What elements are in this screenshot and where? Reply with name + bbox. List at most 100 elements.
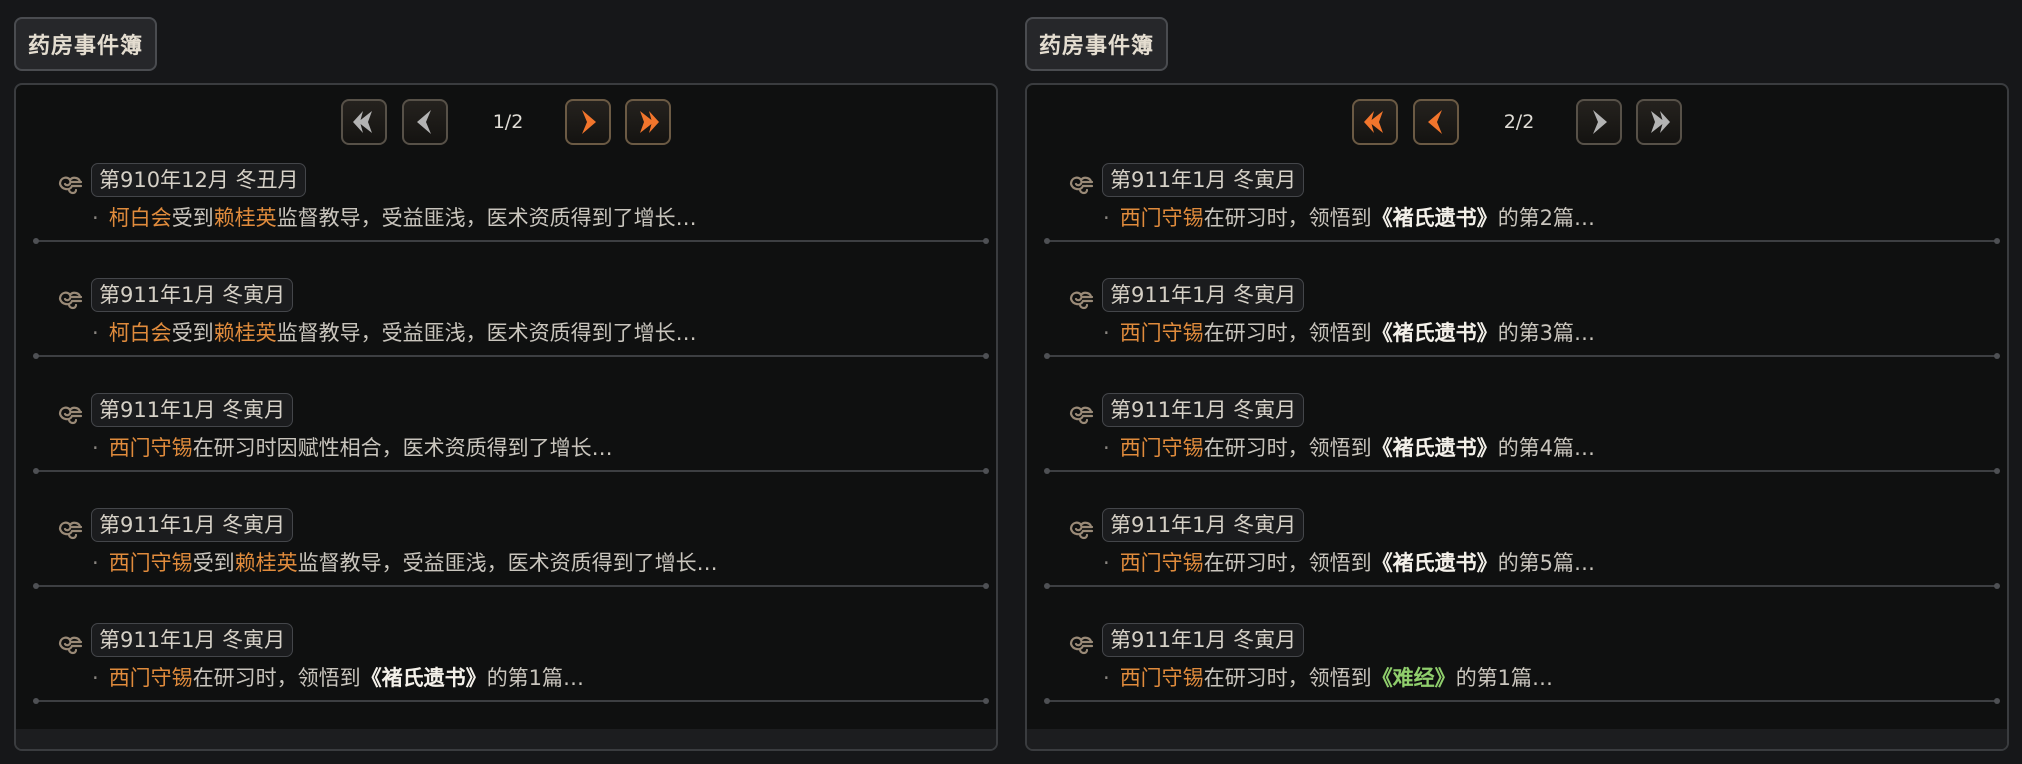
entry-text: · 西门守锡在研习时，领悟到《褚氏遗书》的第3篇… [1103, 318, 1595, 348]
prev-page-icon [417, 110, 431, 134]
event-entry[interactable]: 第911年1月 冬寅月 · 西门守锡受到赖桂英监督教导，受益匪浅，医术资质得到了增长… [16, 505, 996, 620]
event-entry[interactable]: 第911年1月 冬寅月 · 西门守锡在研习时，领悟到《褚氏遗书》的第4篇… [1027, 390, 2007, 505]
event-book-panel-1: 药房事件簿 1/2 第910年12月 冬丑月 · 柯白会受到赖桂英监督教导，受益匪浅… [14, 0, 1002, 764]
event-text: 监督教导，受益匪浅，医术资质得到了增长… [297, 551, 718, 575]
first-page-button[interactable] [341, 99, 387, 145]
panel-footer [1027, 729, 2007, 749]
character-name[interactable]: 赖桂英 [214, 206, 277, 230]
character-name[interactable]: 西门守锡 [1120, 436, 1204, 460]
bullet: · [92, 551, 99, 575]
entry-text: · 西门守锡在研习时，领悟到《难经》的第1篇… [1103, 663, 1553, 693]
last-page-button[interactable] [1636, 99, 1682, 145]
event-text: 受到 [171, 206, 214, 230]
event-entry[interactable]: 第910年12月 冬丑月 · 柯白会受到赖桂英监督教导，受益匪浅，医术资质得到了增长… [16, 160, 996, 275]
next-page-button[interactable] [565, 99, 611, 145]
entry-divider [1044, 698, 2000, 704]
event-list-container: 2/2 第911年1月 冬寅月 · 西门守锡在研习时，领悟到《褚氏遗书》的第2篇… 第… [1025, 83, 2009, 751]
last-page-button[interactable] [625, 99, 671, 145]
character-name[interactable]: 西门守锡 [109, 436, 193, 460]
book-title: 《褚氏遗书》 [1371, 551, 1498, 575]
page-indicator: 2/2 [1503, 111, 1535, 133]
book-title: 《难经》 [1371, 666, 1456, 690]
character-name[interactable]: 西门守锡 [109, 551, 193, 575]
prev-page-button[interactable] [1413, 99, 1459, 145]
bullet: · [1103, 436, 1110, 460]
event-text: 在研习时，领悟到 [1203, 551, 1372, 575]
entry-text: · 西门守锡在研习时因赋性相合，医术资质得到了增长… [92, 433, 613, 463]
event-text: 在研习时，领悟到 [192, 666, 361, 690]
character-name[interactable]: 西门守锡 [1120, 551, 1204, 575]
character-name[interactable]: 西门守锡 [1120, 206, 1204, 230]
prev-page-button[interactable] [402, 99, 448, 145]
bullet: · [1103, 666, 1110, 690]
scroll-ornament-icon [1069, 176, 1094, 195]
event-text: 的第3篇… [1497, 321, 1596, 345]
character-name[interactable]: 西门守锡 [1120, 321, 1204, 345]
entry-date: 第911年1月 冬寅月 [1102, 163, 1305, 197]
character-name[interactable]: 西门守锡 [1120, 666, 1204, 690]
event-list: 第910年12月 冬丑月 · 柯白会受到赖桂英监督教导，受益匪浅，医术资质得到了增长… [16, 160, 996, 735]
entry-date: 第911年1月 冬寅月 [91, 623, 294, 657]
character-name[interactable]: 西门守锡 [109, 666, 193, 690]
scroll-ornament-icon [1069, 291, 1094, 310]
event-entry[interactable]: 第911年1月 冬寅月 · 西门守锡在研习时，领悟到《褚氏遗书》的第1篇… [16, 620, 996, 735]
entry-divider [33, 468, 989, 474]
prev-page-icon [1428, 110, 1442, 134]
entry-date: 第911年1月 冬寅月 [91, 508, 294, 542]
next-page-icon [582, 110, 596, 134]
entry-divider [1044, 583, 2000, 589]
entry-date: 第911年1月 冬寅月 [1102, 278, 1305, 312]
event-text: 在研习时，领悟到 [1203, 436, 1372, 460]
entry-text: · 柯白会受到赖桂英监督教导，受益匪浅，医术资质得到了增长… [92, 318, 697, 348]
event-entry[interactable]: 第911年1月 冬寅月 · 西门守锡在研习时，领悟到《褚氏遗书》的第3篇… [1027, 275, 2007, 390]
event-text: 的第5篇… [1497, 551, 1596, 575]
event-text: 在研习时，领悟到 [1203, 666, 1372, 690]
entry-text: · 柯白会受到赖桂英监督教导，受益匪浅，医术资质得到了增长… [92, 203, 697, 233]
entry-date: 第910年12月 冬丑月 [91, 163, 307, 197]
event-list-container: 1/2 第910年12月 冬丑月 · 柯白会受到赖桂英监督教导，受益匪浅，医术资质得… [14, 83, 998, 751]
next-page-icon [1593, 110, 1607, 134]
scroll-ornament-icon [58, 406, 83, 425]
event-text: 监督教导，受益匪浅，医术资质得到了增长… [276, 206, 697, 230]
event-text: 受到 [171, 321, 214, 345]
scroll-ornament-icon [1069, 636, 1094, 655]
scroll-ornament-icon [58, 176, 83, 195]
bullet: · [92, 321, 99, 345]
character-name[interactable]: 柯白会 [109, 321, 172, 345]
entry-text: · 西门守锡受到赖桂英监督教导，受益匪浅，医术资质得到了增长… [92, 548, 718, 578]
bullet: · [1103, 321, 1110, 345]
page-indicator: 1/2 [492, 111, 524, 133]
scroll-ornament-icon [1069, 521, 1094, 540]
event-entry[interactable]: 第911年1月 冬寅月 · 西门守锡在研习时，领悟到《褚氏遗书》的第5篇… [1027, 505, 2007, 620]
bullet: · [92, 666, 99, 690]
book-title: 《褚氏遗书》 [1371, 436, 1498, 460]
event-entry[interactable]: 第911年1月 冬寅月 · 柯白会受到赖桂英监督教导，受益匪浅，医术资质得到了增长… [16, 275, 996, 390]
book-title: 《褚氏遗书》 [360, 666, 487, 690]
next-page-button[interactable] [1576, 99, 1622, 145]
entry-text: · 西门守锡在研习时，领悟到《褚氏遗书》的第4篇… [1103, 433, 1595, 463]
panel-title: 药房事件簿 [1025, 17, 1169, 71]
entry-divider [33, 353, 989, 359]
event-text: 在研习时因赋性相合，医术资质得到了增长… [192, 436, 613, 460]
bullet: · [92, 206, 99, 230]
event-text: 监督教导，受益匪浅，医术资质得到了增长… [276, 321, 697, 345]
entry-divider [33, 698, 989, 704]
entry-divider [33, 583, 989, 589]
character-name[interactable]: 柯白会 [109, 206, 172, 230]
character-name[interactable]: 赖桂英 [214, 321, 277, 345]
first-page-button[interactable] [1352, 99, 1398, 145]
last-page-icon [1651, 111, 1670, 133]
event-entry[interactable]: 第911年1月 冬寅月 · 西门守锡在研习时，领悟到《难经》的第1篇… [1027, 620, 2007, 735]
scroll-ornament-icon [1069, 406, 1094, 425]
bullet: · [1103, 206, 1110, 230]
entry-text: · 西门守锡在研习时，领悟到《褚氏遗书》的第5篇… [1103, 548, 1595, 578]
character-name[interactable]: 赖桂英 [235, 551, 298, 575]
event-entry[interactable]: 第911年1月 冬寅月 · 西门守锡在研习时，领悟到《褚氏遗书》的第2篇… [1027, 160, 2007, 275]
entry-divider [1044, 238, 2000, 244]
first-page-icon [353, 111, 372, 133]
event-entry[interactable]: 第911年1月 冬寅月 · 西门守锡在研习时因赋性相合，医术资质得到了增长… [16, 390, 996, 505]
scroll-ornament-icon [58, 291, 83, 310]
entry-date: 第911年1月 冬寅月 [1102, 623, 1305, 657]
event-text: 在研习时，领悟到 [1203, 206, 1372, 230]
event-text: 的第4篇… [1497, 436, 1596, 460]
